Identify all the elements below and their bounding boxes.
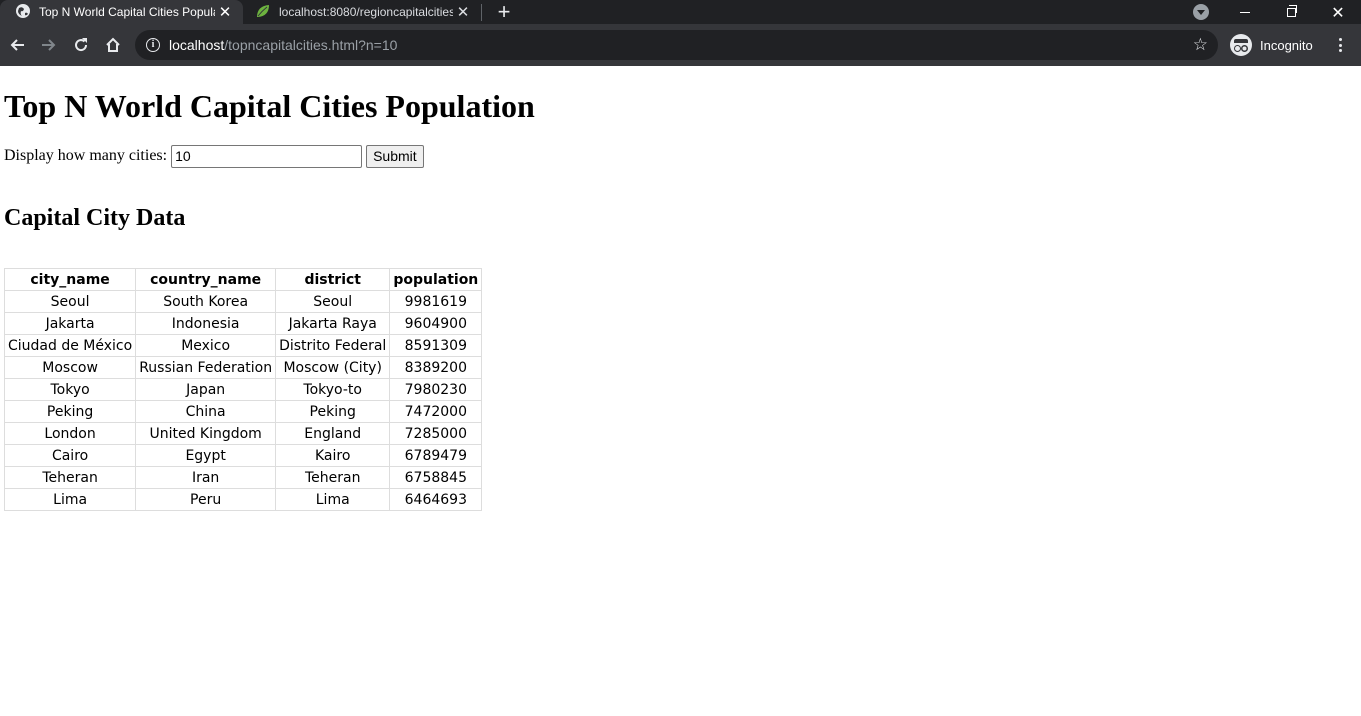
table-row: Seoul South Korea Seoul 9981619 — [3, 290, 483, 313]
url-path: /topncapitalcities.html?n=10 — [224, 37, 398, 53]
cell-population: 9604900 — [389, 312, 483, 335]
home-icon[interactable] — [101, 33, 125, 57]
table-row: Teheran Iran Teheran 6758845 — [3, 466, 483, 489]
address-bar[interactable]: i localhost/topncapitalcities.html?n=10 … — [135, 30, 1218, 60]
incognito-icon — [1230, 34, 1252, 56]
url-host: localhost — [169, 37, 225, 53]
browser-toolbar: i localhost/topncapitalcities.html?n=10 … — [0, 24, 1361, 66]
table-row: Jakarta Indonesia Jakarta Raya 9604900 — [3, 312, 483, 335]
cell-country-name: Indonesia — [135, 312, 277, 335]
cell-city-name: Tokyo — [3, 378, 137, 401]
globe-icon — [15, 3, 31, 22]
city-count-input[interactable] — [171, 144, 363, 168]
cell-city-name: London — [3, 422, 137, 445]
cell-city-name: Seoul — [3, 290, 137, 313]
table-row: Peking China Peking 7472000 — [3, 400, 483, 423]
cell-country-name: South Korea — [135, 290, 277, 313]
new-tab-button[interactable]: + — [493, 0, 515, 24]
cell-country-name: Peru — [135, 488, 277, 511]
cell-city-name: Ciudad de México — [3, 334, 137, 357]
submit-button[interactable]: Submit — [366, 144, 424, 168]
cell-city-name: Cairo — [3, 444, 137, 467]
tab-top-n-capital-cities[interactable]: Top N World Capital Cities Population ✕ — [0, 0, 243, 24]
incognito-label: Incognito — [1260, 37, 1313, 53]
table-row: Lima Peru Lima 6464693 — [3, 488, 483, 511]
cell-population: 9981619 — [389, 290, 483, 313]
tab-title: localhost:8080/regioncapitalcities — [279, 5, 453, 19]
cell-city-name: Teheran — [3, 466, 137, 489]
cell-country-name: China — [135, 400, 277, 423]
incognito-profile-button[interactable]: Incognito — [1226, 30, 1321, 60]
cell-district: Tokyo-to — [275, 378, 391, 401]
leaf-icon — [255, 3, 271, 22]
cell-population: 8389200 — [389, 356, 483, 379]
forward-arrow-icon[interactable] — [37, 33, 61, 57]
bookmark-star-icon[interactable]: ☆ — [1193, 30, 1208, 60]
close-window-button[interactable]: ✕ — [1315, 0, 1361, 24]
table-header-row: city_name country_name district populati… — [3, 268, 483, 291]
back-arrow-icon[interactable] — [5, 33, 29, 57]
cell-population: 6789479 — [389, 444, 483, 467]
minimize-button[interactable] — [1222, 0, 1268, 24]
cell-country-name: Japan — [135, 378, 277, 401]
cell-population: 7285000 — [389, 422, 483, 445]
page-title: Top N World Capital Cities Population — [4, 88, 535, 124]
cell-district: Kairo — [275, 444, 391, 467]
cell-country-name: Egypt — [135, 444, 277, 467]
tab-title: Top N World Capital Cities Population — [39, 5, 215, 19]
table-row: Moscow Russian Federation Moscow (City) … — [3, 356, 483, 379]
cell-population: 6758845 — [389, 466, 483, 489]
cell-district: Distrito Federal — [275, 334, 391, 357]
section-title: Capital City Data — [4, 205, 186, 231]
cell-population: 7472000 — [389, 400, 483, 423]
cell-city-name: Peking — [3, 400, 137, 423]
column-header-city-name: city_name — [3, 268, 137, 291]
cell-country-name: Russian Federation — [135, 356, 277, 379]
column-header-population: population — [389, 268, 483, 291]
table-row: Cairo Egypt Kairo 6789479 — [3, 444, 483, 467]
cell-district: Peking — [275, 400, 391, 423]
cell-city-name: Moscow — [3, 356, 137, 379]
city-count-label: Display how many cities: — [4, 147, 168, 164]
cell-population: 6464693 — [389, 488, 483, 511]
more-menu-icon[interactable] — [1328, 33, 1352, 57]
cell-population: 7980230 — [389, 378, 483, 401]
close-tab-icon[interactable]: ✕ — [215, 5, 235, 20]
capital-city-table: city_name country_name district populati… — [3, 268, 483, 511]
restore-button[interactable] — [1268, 0, 1314, 24]
cell-district: Teheran — [275, 466, 391, 489]
cell-country-name: United Kingdom — [135, 422, 277, 445]
cell-country-name: Iran — [135, 466, 277, 489]
cell-district: Lima — [275, 488, 391, 511]
city-count-form: Display how many cities: Submit — [4, 144, 1357, 168]
cell-district: Moscow (City) — [275, 356, 391, 379]
table-row: Ciudad de México Mexico Distrito Federal… — [3, 334, 483, 357]
table-row: London United Kingdom England 7285000 — [3, 422, 483, 445]
reload-icon[interactable] — [69, 33, 93, 57]
cell-district: England — [275, 422, 391, 445]
column-header-country-name: country_name — [135, 268, 277, 291]
cell-population: 8591309 — [389, 334, 483, 357]
info-icon[interactable]: i — [146, 38, 160, 52]
close-tab-icon[interactable]: ✕ — [453, 5, 473, 20]
cell-city-name: Lima — [3, 488, 137, 511]
url-text[interactable]: localhost/topncapitalcities.html?n=10 — [169, 30, 397, 60]
page-content: Top N World Capital Cities Population Di… — [0, 66, 1361, 511]
column-header-district: district — [275, 268, 391, 291]
table-row: Tokyo Japan Tokyo-to 7980230 — [3, 378, 483, 401]
cell-district: Seoul — [275, 290, 391, 313]
tab-divider — [481, 4, 482, 21]
cell-country-name: Mexico — [135, 334, 277, 357]
tab-strip: Top N World Capital Cities Population ✕ … — [0, 0, 1361, 24]
tab-search-icon[interactable] — [1193, 4, 1209, 20]
tab-region-capital-cities[interactable]: localhost:8080/regioncapitalcities ✕ — [243, 0, 481, 24]
cell-city-name: Jakarta — [3, 312, 137, 335]
cell-district: Jakarta Raya — [275, 312, 391, 335]
